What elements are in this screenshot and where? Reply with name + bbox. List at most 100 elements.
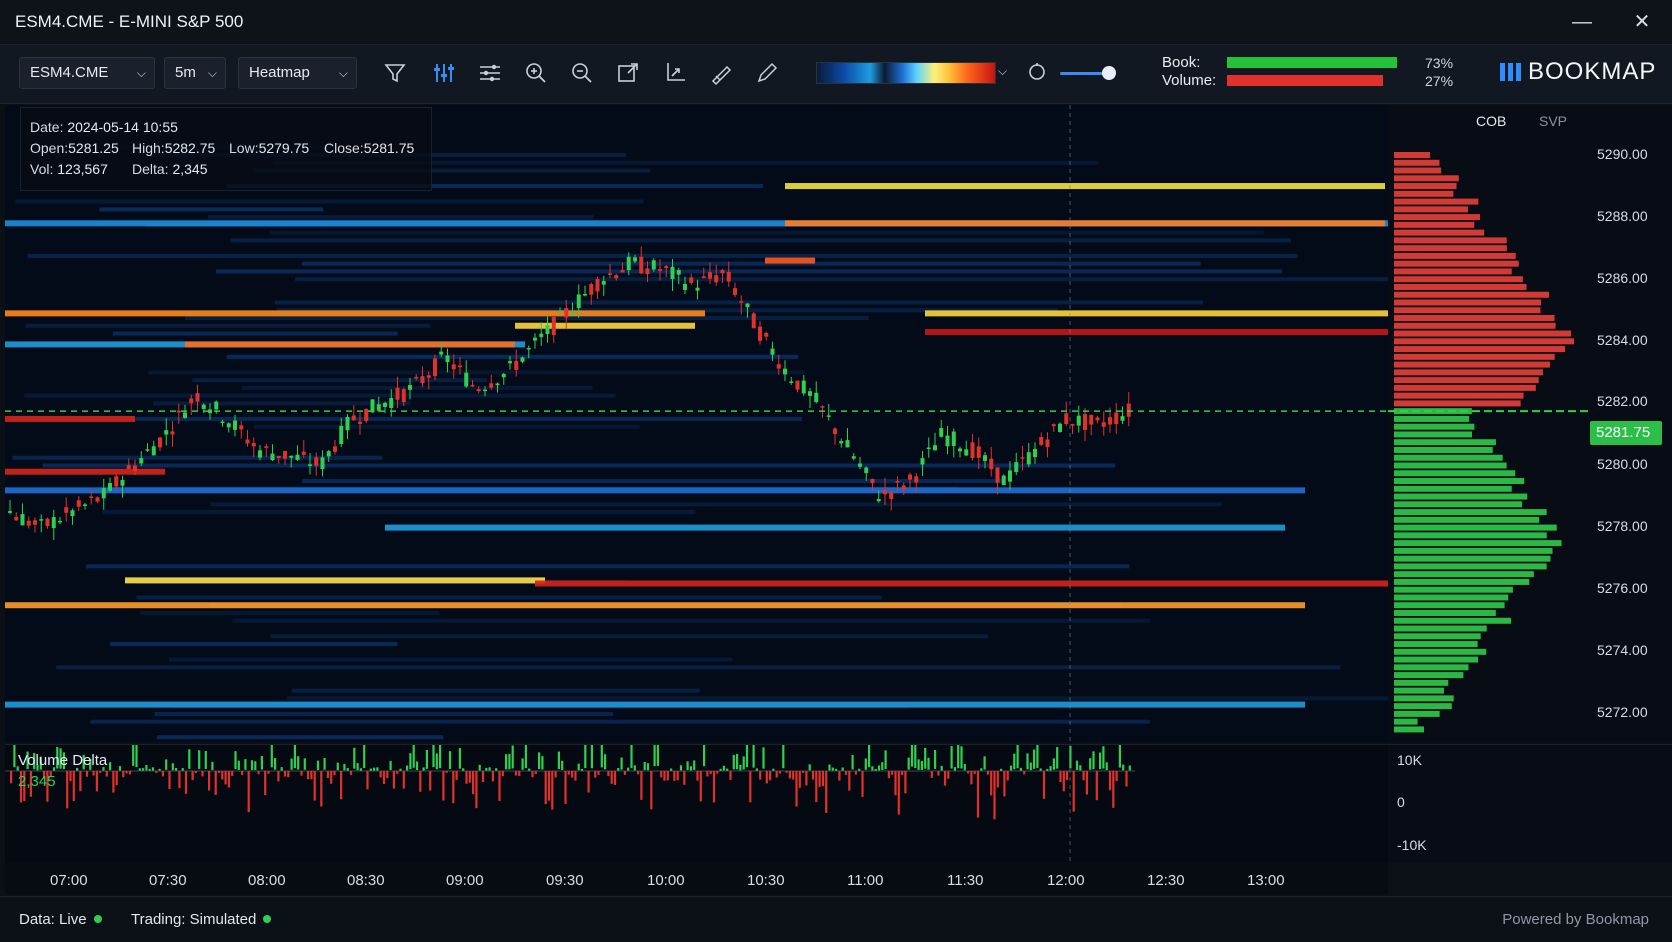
liquidity-band bbox=[12, 455, 383, 460]
pencil-icon[interactable] bbox=[753, 59, 781, 87]
profile-bar bbox=[1394, 501, 1523, 508]
close-button[interactable]: ✕ bbox=[1627, 8, 1657, 36]
delta-bar bbox=[280, 767, 283, 771]
candle bbox=[295, 454, 300, 460]
zoom-in-icon[interactable] bbox=[522, 59, 550, 87]
candle bbox=[308, 464, 312, 466]
delta-bar bbox=[333, 771, 336, 776]
liquidity-band bbox=[215, 269, 1282, 274]
delta-bar bbox=[920, 760, 923, 770]
delta-bar bbox=[373, 767, 376, 771]
delta-scale bbox=[1388, 744, 1672, 863]
high-label: High: bbox=[132, 140, 165, 156]
color-gradient[interactable] bbox=[816, 62, 996, 84]
candle bbox=[683, 283, 687, 290]
delta-bar bbox=[1056, 747, 1059, 769]
delta-bar bbox=[745, 745, 749, 768]
liquidity-band bbox=[230, 238, 1291, 243]
timeframe-select[interactable]: 5m ⌵ bbox=[164, 57, 226, 89]
candle bbox=[139, 458, 144, 464]
candle bbox=[483, 389, 487, 392]
delta-bar bbox=[818, 771, 821, 787]
liquidity-line bbox=[5, 701, 1305, 708]
candle bbox=[845, 440, 850, 448]
filter-icon[interactable] bbox=[381, 59, 409, 87]
candle bbox=[170, 431, 175, 435]
delta-bar bbox=[488, 767, 491, 771]
time-label: 11:00 bbox=[847, 872, 884, 889]
liquidity-band bbox=[185, 316, 869, 321]
candle bbox=[976, 446, 981, 458]
profile-bar bbox=[1394, 346, 1566, 353]
delta-bar bbox=[122, 771, 125, 778]
liquidity-band bbox=[86, 564, 1130, 569]
delta-bar bbox=[696, 771, 699, 781]
delta-bar bbox=[495, 768, 498, 771]
expand-icon[interactable] bbox=[614, 59, 642, 87]
settings-circle-icon[interactable] bbox=[1025, 60, 1049, 84]
candle bbox=[764, 333, 769, 337]
candle bbox=[833, 428, 837, 435]
liquidity-band bbox=[56, 665, 1341, 670]
slider-knob[interactable] bbox=[1102, 66, 1116, 80]
delta-bar bbox=[198, 750, 201, 769]
profile-bar bbox=[1394, 260, 1519, 267]
volume-label: Volume: bbox=[1162, 72, 1217, 89]
price-label: 5284.00 bbox=[1597, 332, 1648, 348]
delta-bar bbox=[95, 771, 98, 792]
zoom-out-icon[interactable] bbox=[568, 59, 596, 87]
delta-bar bbox=[1006, 771, 1009, 781]
delta-bar bbox=[798, 771, 801, 788]
liquidity-band bbox=[270, 634, 989, 639]
delta-bar bbox=[940, 765, 943, 771]
delta-bar bbox=[861, 771, 864, 797]
candle bbox=[376, 404, 381, 411]
candle bbox=[145, 449, 150, 451]
delta-bar bbox=[646, 763, 650, 771]
view-mode-select[interactable]: Heatmap ⌵ bbox=[238, 57, 357, 89]
candle bbox=[20, 514, 25, 526]
volume-percent: 27% bbox=[1425, 73, 1454, 89]
volume-delta-pane bbox=[5, 744, 1388, 863]
heatmap-chart[interactable] bbox=[5, 105, 1388, 742]
candle bbox=[220, 421, 225, 424]
candle bbox=[614, 275, 619, 279]
profile-bar bbox=[1394, 462, 1507, 469]
candle bbox=[1114, 412, 1119, 425]
delta-bar bbox=[340, 771, 343, 800]
time-label: 08:30 bbox=[347, 872, 385, 889]
crop-icon[interactable] bbox=[661, 59, 689, 87]
profile-bar bbox=[1394, 656, 1479, 663]
delta-bar bbox=[947, 771, 950, 779]
profile-bar bbox=[1394, 718, 1418, 725]
delta-bar bbox=[501, 771, 504, 777]
liquidity-band bbox=[301, 261, 1201, 266]
line-draw-icon[interactable] bbox=[707, 59, 735, 87]
candle bbox=[789, 381, 794, 383]
delta-bar bbox=[689, 766, 692, 771]
layers-icon[interactable] bbox=[476, 59, 504, 87]
instrument-select[interactable]: ESM4.CME ⌵ bbox=[19, 57, 155, 89]
delta-value: 2,345 bbox=[172, 161, 208, 177]
delta-bar bbox=[1009, 765, 1013, 771]
candle bbox=[126, 465, 131, 469]
indicators-icon[interactable] bbox=[430, 59, 458, 87]
tab-cob[interactable]: COB bbox=[1476, 113, 1506, 129]
delta-bar bbox=[904, 771, 907, 794]
tab-svp[interactable]: SVP bbox=[1539, 113, 1567, 129]
volume-bar bbox=[1227, 75, 1383, 86]
minimize-button[interactable]: — bbox=[1567, 8, 1597, 36]
delta-bar bbox=[386, 771, 389, 779]
liquidity-line bbox=[5, 468, 165, 475]
liquidity-line bbox=[785, 183, 1385, 190]
profile-bar bbox=[1394, 361, 1550, 368]
candle bbox=[351, 415, 356, 420]
delta-bar bbox=[686, 761, 689, 771]
delta-bar bbox=[109, 762, 112, 771]
candle bbox=[895, 480, 900, 483]
book-bar bbox=[1227, 57, 1397, 68]
chevron-down-icon[interactable]: ⌵ bbox=[998, 64, 1007, 79]
delta-bar bbox=[13, 745, 16, 768]
delta-bar bbox=[419, 771, 422, 792]
delta-bar bbox=[703, 745, 706, 767]
